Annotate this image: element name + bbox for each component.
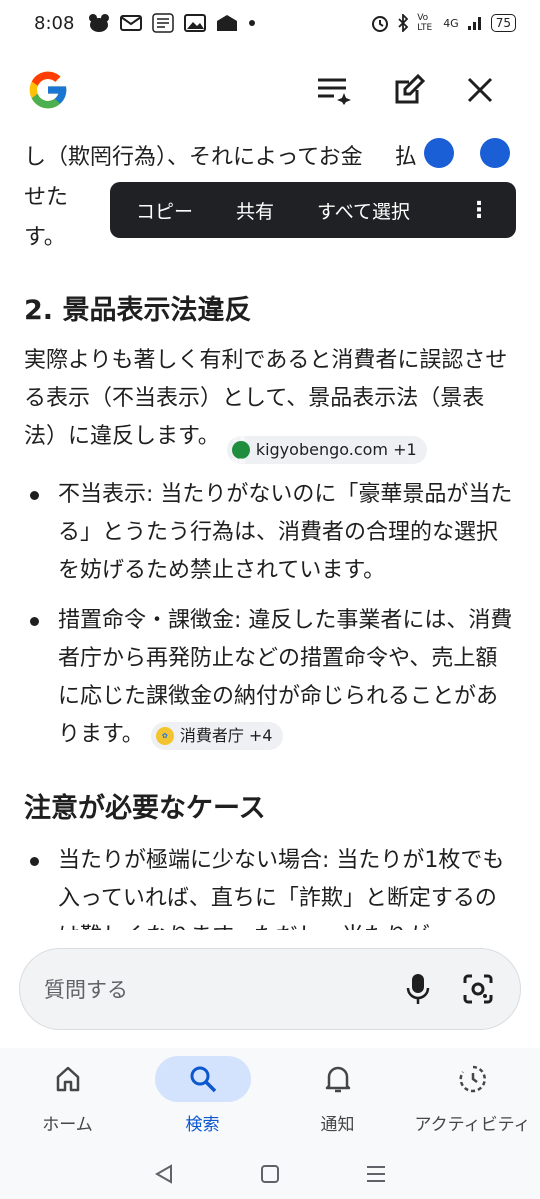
status-time: 8:08: [34, 12, 75, 34]
source-chip-caa[interactable]: ✿ 消費者庁 +4: [150, 722, 283, 750]
caa-favicon-icon: ✿: [155, 727, 174, 745]
more-options-button[interactable]: ⋮: [468, 198, 490, 223]
selection-end-handle[interactable]: [480, 138, 510, 168]
home-icon: [56, 1066, 79, 1092]
network-label: 4G: [443, 16, 459, 30]
ai-list-button[interactable]: [316, 72, 352, 108]
alarm-icon: [372, 16, 389, 32]
nav-label: ホーム: [42, 1115, 93, 1135]
mail-icon: [120, 15, 143, 31]
bluetooth-icon: [398, 14, 409, 32]
recents-icon[interactable]: [365, 1164, 387, 1184]
nav-label: 通知: [320, 1115, 355, 1135]
selection-start-handle[interactable]: [424, 138, 454, 168]
section-paragraph: 実際よりも著しく有利であると消費者に誤認させる表示（不当表示）として、景品表示法…: [24, 348, 508, 466]
activity-icon: [459, 1065, 486, 1093]
edit-icon: [395, 74, 425, 104]
text-selection-toolbar: コピー 共有 すべて選択 ⋮: [110, 182, 516, 238]
nav-item-home[interactable]: ホーム: [0, 1048, 135, 1148]
ask-input[interactable]: 質問する: [44, 974, 376, 1004]
kigyobengo-favicon-icon: 企業法務: [231, 434, 250, 466]
edit-button[interactable]: [391, 72, 427, 108]
mic-icon: [406, 974, 430, 1004]
status-bar: 8:08 Vo LTE 4G 75: [0, 0, 540, 46]
volte-label: Vo LTE: [417, 13, 433, 33]
system-navigation-bar: [0, 1148, 540, 1199]
manga-app-icon: [152, 13, 175, 33]
nav-pill: [20, 1056, 116, 1102]
google-logo[interactable]: [26, 68, 70, 112]
bell-icon: [325, 1066, 350, 1093]
system-status: Vo LTE 4G 75: [371, 13, 516, 33]
bullet-dot: [30, 491, 39, 500]
dot-icon: [249, 20, 256, 26]
bullet-item: 不当表示: 当たりがないのに「豪華景品が当たる」とうたう行為は、消費者の合理的な…: [24, 476, 516, 590]
nav-pill: [425, 1056, 521, 1102]
bottom-navigation: ホーム 検索 通知 アクティビティ: [0, 1048, 540, 1148]
lens-icon: [463, 974, 493, 1004]
nav-item-activity[interactable]: アクティビティ: [405, 1048, 540, 1148]
sparkle-list-icon: [318, 78, 351, 105]
bear-icon: [89, 14, 110, 32]
home-square-icon[interactable]: [260, 1164, 280, 1184]
ai-answer-content: し（欺罔行為）、それによってお金払 せた す。 2. 景品表示法違反 実際よりも…: [0, 130, 540, 930]
section-heading-caution: 注意が必要なケース: [24, 793, 266, 824]
lens-button[interactable]: [460, 971, 496, 1007]
nav-pill: [290, 1056, 386, 1102]
select-all-button[interactable]: すべて選択: [317, 197, 410, 224]
bullet-item: 措置命令・課徴金: 違反した事業者には、消費者庁から再発防止などの措置命令や、売…: [24, 602, 516, 754]
signal-icon: [467, 17, 481, 30]
bullet-dot: [30, 857, 39, 866]
close-icon: [467, 77, 493, 103]
notification-icons: [88, 13, 256, 33]
nav-item-notifications[interactable]: 通知: [270, 1048, 405, 1148]
gallery-icon: [184, 14, 207, 32]
bullet-dot: [30, 617, 39, 626]
battery-indicator: 75: [490, 14, 516, 32]
nav-item-search[interactable]: 検索: [135, 1048, 270, 1148]
voice-search-button[interactable]: [400, 971, 436, 1007]
app-bar: [0, 58, 540, 122]
nav-pill-active: [154, 1056, 251, 1102]
ask-input-bar[interactable]: 質問する: [19, 948, 521, 1030]
section-heading-keihin: 2. 景品表示法違反: [24, 295, 252, 326]
back-icon[interactable]: [153, 1163, 175, 1185]
copy-button[interactable]: コピー: [136, 197, 193, 224]
close-button[interactable]: [462, 72, 498, 108]
share-button[interactable]: 共有: [236, 197, 274, 224]
mail-open-icon: [217, 15, 238, 31]
nav-label: 検索: [185, 1115, 220, 1135]
source-chip-kigyobengo[interactable]: 企業法務 kigyobengo.com +1: [226, 434, 427, 466]
nav-label: アクティビティ: [414, 1115, 531, 1135]
bullet-item: 当たりが極端に少ない場合: 当たりが1枚でも入っていれば、直ちに「詐欺」と断定す…: [24, 842, 516, 930]
search-icon: [190, 1066, 216, 1093]
